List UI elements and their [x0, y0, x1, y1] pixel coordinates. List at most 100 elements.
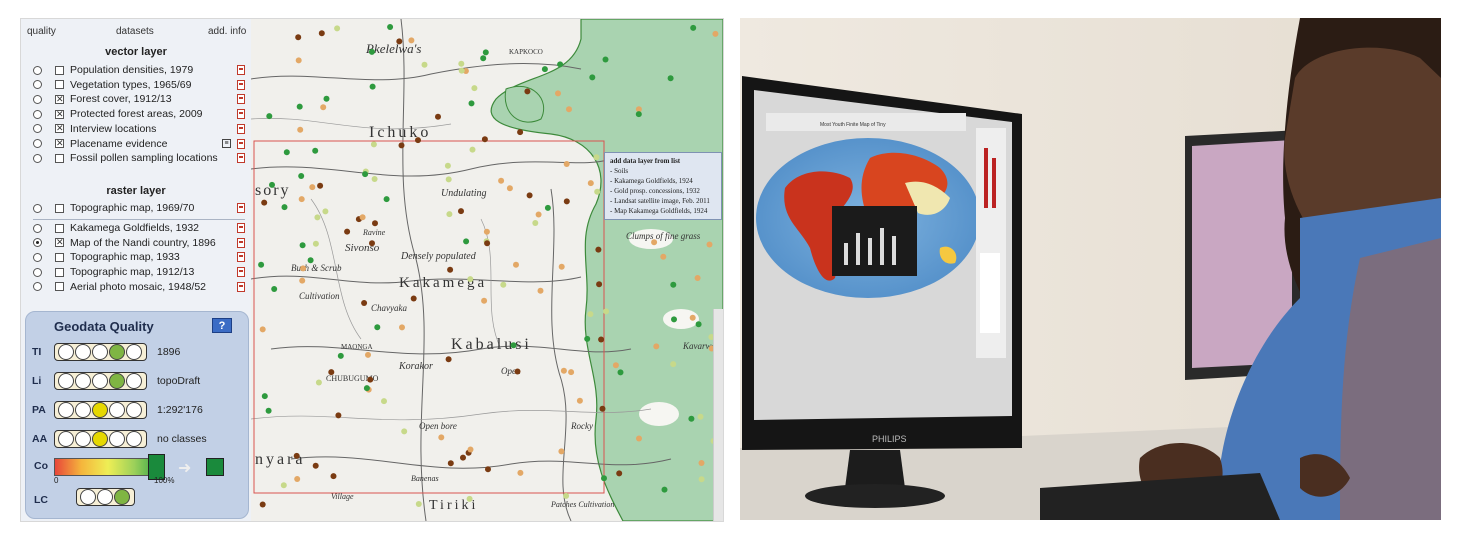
map-point[interactable]: [307, 257, 314, 264]
map-point[interactable]: [498, 177, 505, 184]
map-point[interactable]: [670, 361, 677, 368]
map-point[interactable]: [337, 352, 344, 359]
raster-layer-row[interactable]: Kakamega Goldfields, 1932: [33, 221, 245, 235]
map-point[interactable]: [317, 182, 324, 189]
map-point[interactable]: [484, 240, 491, 247]
legend-icon[interactable]: ≡: [222, 139, 231, 148]
map-point[interactable]: [369, 240, 375, 247]
raster-layer-row[interactable]: Topographic map, 1912/13: [33, 265, 245, 279]
map-point[interactable]: [398, 142, 405, 149]
map-point[interactable]: [309, 184, 316, 191]
map-point[interactable]: [281, 204, 288, 211]
map-point[interactable]: [446, 211, 453, 218]
layer-checkbox[interactable]: ✕: [55, 238, 64, 248]
pdf-icon[interactable]: [237, 223, 245, 233]
tooltip-item[interactable]: - Map Kakamega Goldfields, 1924: [610, 206, 716, 216]
map-view[interactable]: Rkelelwa's KAPKOCO Ichuko sory Undulatin…: [251, 19, 723, 521]
layer-checkbox[interactable]: [55, 267, 64, 277]
map-point[interactable]: [458, 208, 464, 215]
map-point[interactable]: [563, 492, 570, 499]
map-point[interactable]: [295, 34, 302, 41]
map-point[interactable]: [445, 356, 452, 363]
vector-layer-row[interactable]: Fossil pollen sampling locations: [33, 151, 245, 165]
pdf-icon[interactable]: [237, 123, 245, 134]
map-point[interactable]: [506, 185, 513, 192]
layer-checkbox[interactable]: ✕: [55, 124, 64, 134]
map-point[interactable]: [261, 393, 268, 400]
help-button[interactable]: ?: [212, 318, 232, 333]
tooltip-item[interactable]: - Landsat satellite image, Feb. 2011: [610, 196, 716, 206]
map-point[interactable]: [485, 466, 491, 473]
map-point[interactable]: [594, 188, 601, 195]
map-point[interactable]: [612, 362, 619, 369]
map-point[interactable]: [299, 242, 306, 249]
quality-radio[interactable]: [33, 153, 42, 163]
layer-checkbox[interactable]: [55, 80, 64, 90]
map-point[interactable]: [468, 100, 475, 107]
map-point[interactable]: [667, 75, 674, 82]
map-point[interactable]: [695, 321, 702, 328]
map-point[interactable]: [481, 136, 488, 143]
map-point[interactable]: [298, 196, 305, 203]
map-point[interactable]: [322, 208, 329, 215]
vector-layer-row[interactable]: ✕ Interview locations: [33, 122, 245, 136]
map-point[interactable]: [294, 476, 301, 482]
map-point[interactable]: [266, 113, 273, 120]
map-point[interactable]: [396, 38, 403, 45]
map-point[interactable]: [280, 482, 287, 489]
vector-layer-row[interactable]: ✕ Placename evidence ≡: [33, 137, 245, 151]
map-point[interactable]: [602, 56, 609, 63]
map-point[interactable]: [408, 37, 415, 44]
map-point[interactable]: [599, 405, 606, 412]
raster-layer-row[interactable]: Topographic map, 1933: [33, 250, 245, 264]
map-point[interactable]: [328, 369, 335, 376]
map-point[interactable]: [712, 30, 719, 37]
map-point[interactable]: [323, 95, 330, 102]
quality-radio[interactable]: [33, 223, 42, 233]
map-point[interactable]: [367, 376, 374, 383]
quality-radio[interactable]: [33, 80, 42, 90]
map-point[interactable]: [706, 241, 713, 248]
map-point[interactable]: [690, 24, 697, 31]
map-point[interactable]: [694, 275, 701, 281]
vector-layer-row[interactable]: Vegetation types, 1965/69: [33, 78, 245, 92]
quality-radio[interactable]: [33, 203, 42, 213]
map-point[interactable]: [335, 412, 342, 419]
map-point[interactable]: [361, 300, 368, 306]
map-point[interactable]: [381, 398, 387, 405]
map-point[interactable]: [438, 434, 445, 441]
map-point[interactable]: [259, 501, 266, 508]
map-point[interactable]: [471, 85, 478, 92]
map-point[interactable]: [698, 460, 705, 466]
layer-checkbox[interactable]: ✕: [55, 139, 64, 148]
map-point[interactable]: [269, 181, 275, 188]
layer-checkbox[interactable]: [55, 153, 64, 163]
map-point[interactable]: [557, 61, 564, 68]
map-point[interactable]: [532, 220, 539, 226]
map-point[interactable]: [635, 111, 642, 118]
pdf-icon[interactable]: [237, 203, 245, 213]
map-point[interactable]: [387, 24, 394, 30]
tooltip-item[interactable]: - Kakamega Goldfields, 1924: [610, 176, 716, 186]
map-point[interactable]: [598, 336, 605, 343]
map-point[interactable]: [524, 88, 531, 95]
layer-checkbox[interactable]: [55, 223, 64, 233]
map-point[interactable]: [283, 149, 290, 156]
pdf-icon[interactable]: [237, 267, 245, 278]
map-point[interactable]: [370, 141, 377, 148]
map-point[interactable]: [689, 314, 696, 321]
map-point[interactable]: [517, 469, 524, 476]
map-point[interactable]: [320, 104, 327, 111]
map-point[interactable]: [653, 343, 660, 350]
quality-radio[interactable]: [33, 124, 42, 134]
map-point[interactable]: [595, 246, 602, 253]
map-point[interactable]: [293, 452, 300, 459]
map-point[interactable]: [458, 60, 465, 67]
map-point[interactable]: [258, 261, 265, 268]
map-point[interactable]: [467, 446, 474, 453]
map-point[interactable]: [467, 276, 474, 283]
map-point[interactable]: [596, 281, 603, 288]
map-point[interactable]: [616, 470, 623, 477]
add-layer-tooltip[interactable]: add data layer from list - Soils - Kakame…: [604, 152, 722, 220]
quality-radio[interactable]: [33, 252, 42, 262]
